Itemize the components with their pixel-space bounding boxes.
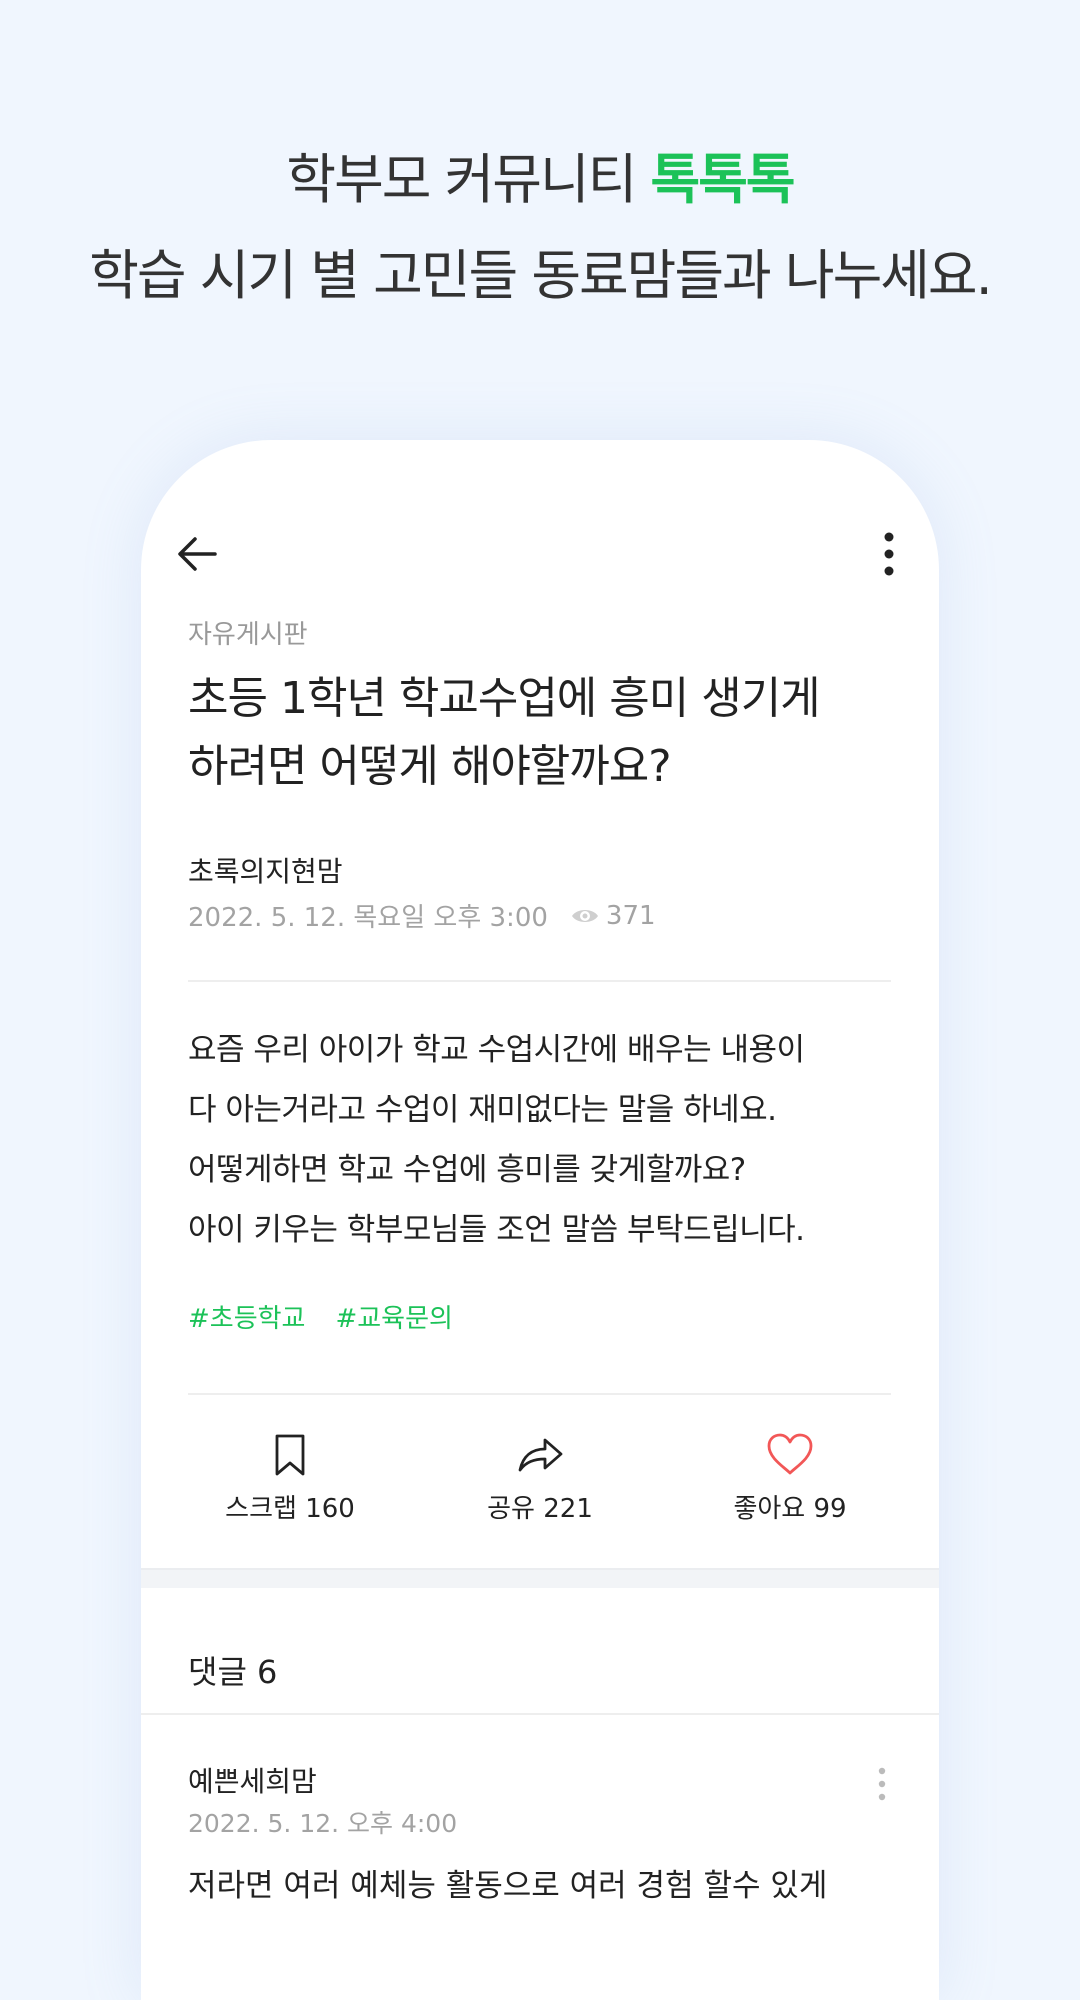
comment-text: 저라면 여러 예체능 활동으로 여러 경험 할수 있게 bbox=[188, 1868, 828, 1904]
post-body: 요즘 우리 아이가 학교 수업시간에 배우는 내용이 다 아는거라고 수업이 재… bbox=[188, 1020, 908, 1260]
hashtag[interactable]: #교육문의 bbox=[335, 1298, 452, 1335]
promo-line-1-prefix: 학부모 커뮤니티 bbox=[286, 148, 651, 211]
promo-line-2: 학습 시기 별 고민들 동료맘들과 나누세요. bbox=[89, 244, 993, 307]
comment-date: 2022. 5. 12. 오후 4:00 bbox=[188, 1809, 458, 1838]
back-button[interactable] bbox=[171, 526, 227, 582]
hashtag[interactable]: #초등학교 bbox=[188, 1298, 305, 1335]
comment-author[interactable]: 예쁜세희맘 bbox=[188, 1760, 317, 1800]
section-separator bbox=[141, 1568, 939, 1588]
top-app-bar bbox=[141, 440, 939, 620]
divider bbox=[188, 1393, 891, 1395]
post-body-line: 다 아는거라고 수업이 재미없다는 말을 하네요. bbox=[188, 1092, 777, 1128]
post-title: 초등 1학년 학교수업에 흥미 생기게 하려면 어떻게 해야할까요? bbox=[188, 665, 888, 801]
scrap-label: 스크랩 160 bbox=[225, 1494, 355, 1524]
phone-frame: 자유게시판 초등 1학년 학교수업에 흥미 생기게 하려면 어떻게 해야할까요?… bbox=[141, 440, 939, 2000]
post-body-line: 아이 키우는 학부모님들 조언 말씀 부탁드립니다. bbox=[188, 1212, 805, 1248]
heart-icon bbox=[767, 1433, 813, 1475]
post-title-line: 초등 1학년 학교수업에 흥미 생기게 bbox=[188, 673, 821, 724]
post-body-line: 어떻게하면 학교 수업에 흥미를 갖게할까요? bbox=[188, 1152, 746, 1188]
promo-headline: 학부모 커뮤니티 톡톡톡 학습 시기 별 고민들 동료맘들과 나누세요. bbox=[0, 132, 1080, 324]
comments-header: 댓글 6 bbox=[188, 1653, 278, 1691]
back-arrow-icon bbox=[178, 537, 217, 571]
post-author[interactable]: 초록의지현맘 bbox=[188, 850, 343, 890]
post-body-line: 요즘 우리 아이가 학교 수업시간에 배우는 내용이 bbox=[188, 1032, 805, 1068]
view-count: 371 bbox=[605, 900, 656, 931]
share-label: 공유 221 bbox=[487, 1494, 593, 1524]
share-button[interactable]: 공유 221 bbox=[415, 1430, 665, 1525]
more-options-button[interactable] bbox=[869, 526, 909, 582]
post-meta: 2022. 5. 12. 목요일 오후 3:00 371 bbox=[188, 897, 656, 934]
divider bbox=[141, 1713, 939, 1715]
bookmark-icon bbox=[275, 1434, 305, 1476]
more-vertical-icon bbox=[884, 532, 894, 576]
divider bbox=[188, 980, 891, 982]
eye-icon bbox=[570, 906, 600, 926]
post-title-line: 하려면 어떻게 해야할까요? bbox=[188, 741, 672, 792]
like-label: 좋아요 99 bbox=[733, 1494, 847, 1524]
board-name[interactable]: 자유게시판 bbox=[188, 614, 308, 651]
comment-more-button[interactable] bbox=[872, 1764, 892, 1804]
post-actions: 스크랩 160 공유 221 좋아요 99 bbox=[141, 1430, 939, 1540]
promo-line-1: 학부모 커뮤니티 톡톡톡 bbox=[0, 132, 1080, 228]
post-date: 2022. 5. 12. 목요일 오후 3:00 bbox=[188, 903, 548, 933]
scrap-button[interactable]: 스크랩 160 bbox=[165, 1430, 415, 1525]
like-button[interactable]: 좋아요 99 bbox=[665, 1430, 915, 1525]
more-vertical-icon bbox=[878, 1767, 886, 1801]
promo-brand-name: 톡톡톡 bbox=[650, 148, 796, 211]
share-arrow-icon bbox=[518, 1438, 563, 1472]
post-tags: #초등학교 #교육문의 bbox=[188, 1298, 453, 1335]
